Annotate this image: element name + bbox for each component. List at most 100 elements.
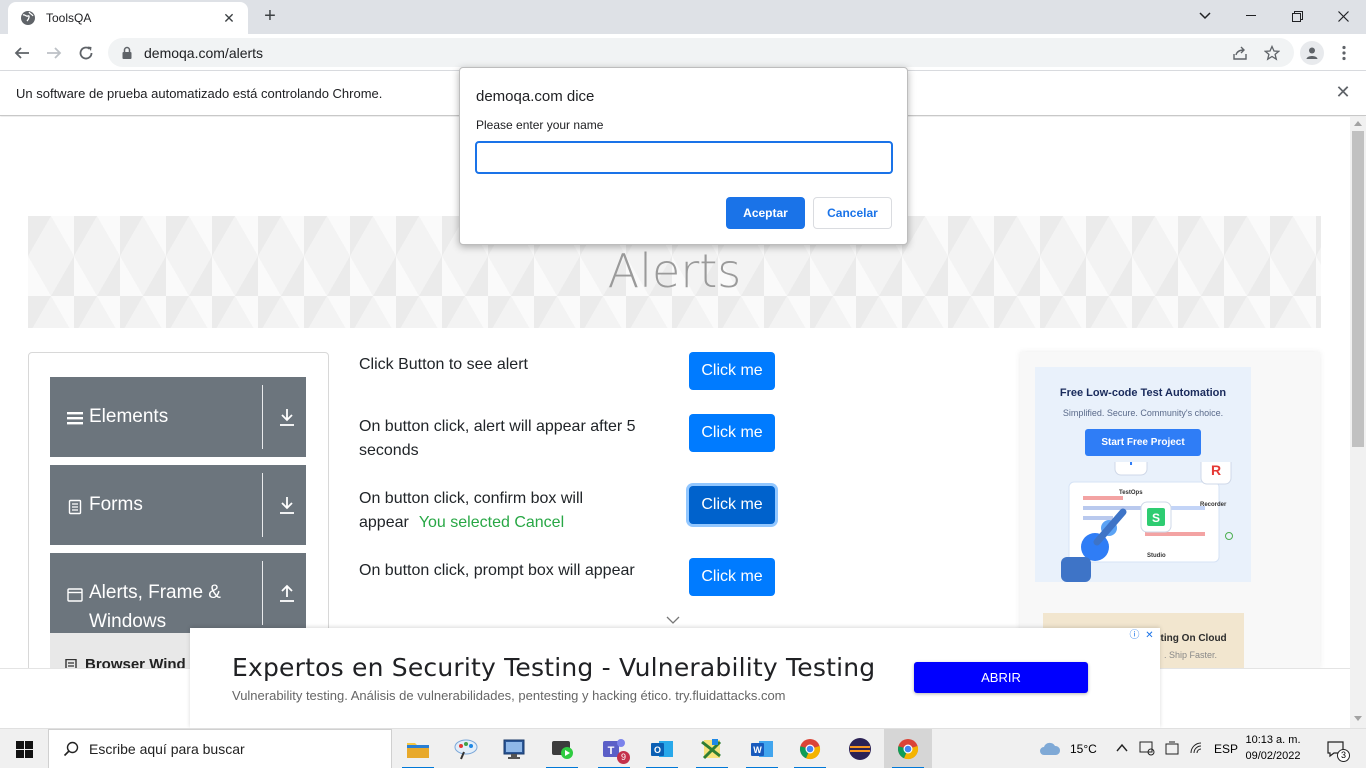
forward-icon[interactable] xyxy=(41,40,67,66)
confirm-row-text-line2: appear xyxy=(359,514,409,531)
browser-toolbar: demoqa.com/alerts xyxy=(0,34,1366,71)
scroll-up-icon[interactable] xyxy=(1354,121,1362,126)
remote-desktop-icon[interactable] xyxy=(490,729,538,768)
ad-headline: Free Low-code Test Automation xyxy=(1059,387,1227,399)
menu-lines-icon xyxy=(67,412,83,425)
chrome-menu-icon[interactable] xyxy=(1334,40,1354,66)
paint-app-icon[interactable] xyxy=(442,729,490,768)
sidebar-item-label: Browser Wind xyxy=(85,656,186,668)
word-icon[interactable]: W xyxy=(738,729,786,768)
system-clock[interactable]: 10:13 a. m. 09/02/2022 xyxy=(1244,732,1302,764)
confirm-button[interactable]: Click me xyxy=(689,486,775,524)
reload-icon[interactable] xyxy=(73,40,99,66)
sidebar-group-alerts-frame-windows[interactable]: Alerts, Frame & Windows xyxy=(50,553,306,633)
dialog-cancel-button[interactable]: Cancelar xyxy=(813,197,892,229)
restore-icon[interactable] xyxy=(1274,0,1320,32)
new-tab-button[interactable]: + xyxy=(258,5,282,29)
sidebar-group-label-line1: Alerts, Frame & xyxy=(89,582,221,603)
dialog-accept-button[interactable]: Aceptar xyxy=(726,197,805,229)
back-icon[interactable] xyxy=(9,40,35,66)
excel-tool-icon[interactable] xyxy=(688,729,736,768)
svg-text:R: R xyxy=(1211,462,1221,478)
ad-info-icon[interactable]: ⓘ xyxy=(1128,629,1141,642)
dialog-message: Please enter your name xyxy=(476,118,604,132)
sidebar-group-label-line2: Windows xyxy=(89,611,167,632)
weather-temperature[interactable]: 15°C xyxy=(1070,742,1097,756)
tab-search-icon[interactable] xyxy=(1182,0,1228,32)
chevron-up-icon[interactable] xyxy=(1116,743,1128,753)
alert-row-text: Click Button to see alert xyxy=(359,356,528,373)
page-scrollbar[interactable] xyxy=(1350,117,1366,728)
testops-label: TestOps xyxy=(1119,490,1143,496)
weather-cloud-icon[interactable] xyxy=(1039,741,1061,757)
search-placeholder: Escribe aquí para buscar xyxy=(89,741,245,757)
language-indicator[interactable]: ESP xyxy=(1214,742,1238,756)
svg-text:T: T xyxy=(608,745,615,757)
media-app-icon[interactable] xyxy=(538,729,586,768)
ad-close-icon[interactable]: ✕ xyxy=(1143,629,1156,642)
katalon-ad-image[interactable]: Free Low-code Test Automation Simplified… xyxy=(1035,367,1251,582)
outlook-icon[interactable]: O xyxy=(638,729,686,768)
wifi-icon[interactable] xyxy=(1189,741,1205,755)
bottom-ad-description: Vulnerability testing. Análisis de vulne… xyxy=(232,688,786,703)
infobar-text: Un software de prueba automatizado está … xyxy=(16,86,383,101)
windows-start-icon[interactable] xyxy=(0,729,48,768)
bookmark-star-icon[interactable] xyxy=(1262,43,1282,63)
globe-icon xyxy=(21,11,35,25)
chevron-down-icon xyxy=(666,616,680,624)
teams-icon[interactable]: T 9 xyxy=(590,729,638,768)
search-icon xyxy=(63,741,79,757)
clock-time: 10:13 a. m. xyxy=(1245,734,1301,746)
download-arrow-icon xyxy=(280,497,294,514)
small-ad-subtitle: . Ship Faster. xyxy=(1164,650,1218,660)
upload-arrow-icon xyxy=(280,584,294,602)
alert-button[interactable]: Click me xyxy=(689,352,775,390)
notification-center-icon[interactable]: 3 xyxy=(1316,729,1356,768)
lock-icon xyxy=(122,46,132,59)
sidebar-group-forms[interactable]: Forms xyxy=(50,465,306,545)
tab-close-icon[interactable]: ✕ xyxy=(220,10,238,27)
chrome-active-icon[interactable] xyxy=(884,729,932,768)
list-icon xyxy=(65,659,77,668)
network-tray-icon[interactable] xyxy=(1164,740,1180,756)
small-ad-title: sting On Cloud xyxy=(1155,633,1227,644)
download-arrow-icon xyxy=(280,409,294,426)
bottom-ad-banner[interactable]: ⓘ ✕ Expertos en Security Testing - Vulne… xyxy=(190,628,1160,728)
minimize-icon[interactable] xyxy=(1228,0,1274,32)
divider xyxy=(262,561,263,625)
sidebar-group-label: Elements xyxy=(89,406,169,427)
infobar-close-icon[interactable]: ✕ xyxy=(1334,83,1352,101)
scroll-down-icon[interactable] xyxy=(1354,716,1362,721)
adchoices[interactable]: ⓘ ✕ xyxy=(1128,629,1158,643)
bottom-ad-title[interactable]: Expertos en Security Testing - Vulnerabi… xyxy=(232,653,875,682)
taskbar-search-box[interactable]: Escribe aquí para buscar xyxy=(48,729,392,768)
window-close-icon[interactable] xyxy=(1320,0,1366,32)
left-sidebar: Elements Forms Alerts, Frame & Windows B… xyxy=(28,352,329,668)
url-text: demoqa.com/alerts xyxy=(144,44,264,61)
dialog-title: demoqa.com dice xyxy=(476,88,595,105)
browser-tab[interactable]: ToolsQA ✕ xyxy=(8,2,248,34)
share-icon[interactable] xyxy=(1230,43,1250,63)
eclipse-icon[interactable] xyxy=(836,729,884,768)
teams-badge: 9 xyxy=(617,751,630,764)
svg-text:W: W xyxy=(753,745,762,755)
clock-date: 09/02/2022 xyxy=(1245,750,1301,762)
prompt-button[interactable]: Click me xyxy=(689,558,775,596)
prompt-input[interactable] xyxy=(475,141,893,174)
sidebar-group-elements[interactable]: Elements xyxy=(50,377,306,457)
svg-text:T: T xyxy=(1127,462,1136,468)
file-explorer-icon[interactable] xyxy=(394,729,442,768)
profile-avatar-icon[interactable] xyxy=(1300,41,1324,65)
ad-cta-button[interactable]: Start Free Project xyxy=(1085,429,1201,456)
chrome-icon[interactable] xyxy=(786,729,834,768)
divider xyxy=(262,473,263,537)
scrollbar-thumb[interactable] xyxy=(1352,131,1364,447)
recorder-label: Recorder xyxy=(1200,502,1227,508)
confirm-result-text: You selected Cancel xyxy=(418,514,565,531)
timer-alert-button[interactable]: Click me xyxy=(689,414,775,452)
display-tray-icon[interactable] xyxy=(1139,740,1155,756)
confirm-row-text-line1: On button click, confirm box will xyxy=(359,490,584,507)
address-bar[interactable]: demoqa.com/alerts xyxy=(108,38,1294,67)
bottom-ad-open-button[interactable]: ABRIR xyxy=(914,662,1088,693)
svg-text:S: S xyxy=(1152,511,1160,525)
